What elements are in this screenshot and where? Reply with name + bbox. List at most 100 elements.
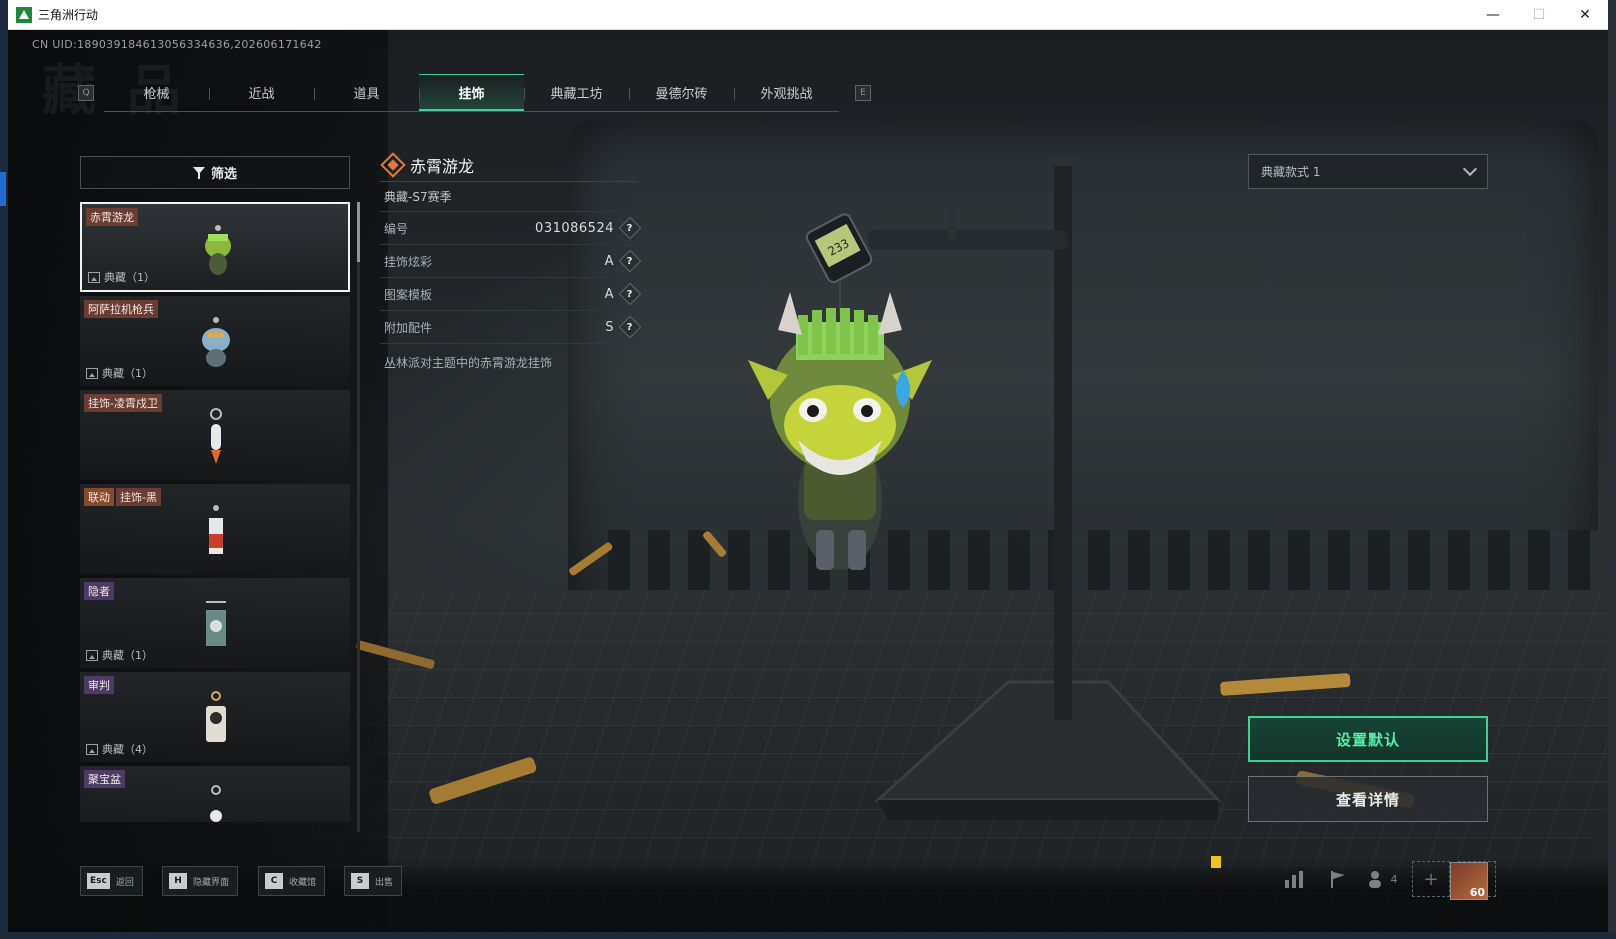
friends-button[interactable]: 4 — [1360, 860, 1404, 898]
detail-value: A — [604, 286, 614, 302]
collection-count: 典藏（4） — [86, 741, 153, 757]
list-item[interactable]: 隐者 典藏（1） — [80, 578, 350, 668]
set-default-button[interactable]: 设置默认 — [1248, 716, 1488, 762]
help-icon[interactable]: ? — [618, 216, 642, 240]
window-title: 三角洲行动 — [38, 8, 99, 22]
collection-count-label: 典藏（1） — [104, 271, 155, 284]
flag-icon[interactable] — [1316, 860, 1360, 898]
friends-icon — [1368, 871, 1381, 888]
item-tag: 审判 — [84, 676, 114, 694]
item-title-row: 赤霄游龙 — [380, 148, 638, 182]
detail-label: 挂饰炫彩 — [384, 254, 433, 269]
minimize-button[interactable]: — — [1470, 0, 1516, 30]
item-name-tag: 挂饰-黑 — [116, 488, 161, 506]
tab-mandel-bricks[interactable]: 曼德尔砖 — [629, 74, 734, 111]
image-icon — [86, 367, 98, 379]
dragon-charm-model — [748, 292, 932, 570]
filter-button[interactable]: 筛选 — [80, 156, 350, 189]
friends-count: 4 — [1390, 872, 1398, 886]
treasure-bowl-charm-thumbnail-icon — [210, 785, 222, 822]
game-viewport: 藏 品 233 — [8, 30, 1608, 932]
collection-count: 典藏（1） — [88, 269, 155, 285]
list-item[interactable]: 阿萨拉机枪兵 典藏（1） — [80, 296, 350, 386]
category-tabs: Q 枪械 近战 道具 挂饰 典藏工坊 曼德尔砖 外观挑战 E — [78, 74, 871, 112]
taskbar-strip — [0, 932, 1616, 939]
rarity-diamond-icon — [380, 151, 406, 178]
item-tag: 联动 挂饰-黑 — [84, 488, 161, 506]
view-details-button[interactable]: 查看详情 — [1248, 776, 1488, 822]
collection-count-label: 典藏（1） — [102, 649, 153, 662]
hotkey-key: C — [265, 873, 283, 889]
detail-label: 图案模板 — [384, 287, 433, 302]
item-name-tag: 挂饰-凌霄戍卫 — [84, 394, 162, 412]
app-logo-icon — [16, 6, 32, 23]
dragon-charm-thumbnail-icon — [205, 225, 231, 275]
detail-label: 附加配件 — [384, 320, 433, 335]
close-button[interactable]: ✕ — [1562, 0, 1608, 30]
desktop-background-left — [0, 0, 8, 939]
collab-tag: 联动 — [84, 488, 114, 506]
lighter-charm-thumbnail-icon — [209, 505, 223, 554]
hotkey-key: Esc — [87, 873, 110, 889]
tab-row: 枪械 近战 道具 挂饰 典藏工坊 曼德尔砖 外观挑战 — [104, 74, 839, 112]
image-icon — [86, 743, 98, 755]
list-item[interactable]: 审判 典藏（4） — [80, 672, 350, 762]
item-tag: 聚宝盆 — [84, 770, 125, 788]
help-icon[interactable]: ? — [618, 282, 642, 306]
next-tab-hotkey[interactable]: E — [855, 85, 871, 101]
item-season: 典藏-S7赛季 — [380, 182, 638, 212]
add-party-slot-button[interactable]: + — [1412, 861, 1450, 897]
hide-ui-hotkey-button[interactable]: H 隐藏界面 — [162, 866, 239, 896]
collection-hall-hotkey-button[interactable]: C 收藏馆 — [258, 866, 326, 896]
sell-hotkey-button[interactable]: S 出售 — [344, 866, 403, 896]
digital-scale-icon: 233 — [805, 213, 873, 284]
tab-items[interactable]: 道具 — [314, 74, 419, 111]
item-name: 赤霄游龙 — [410, 156, 475, 176]
image-icon — [86, 649, 98, 661]
detail-row-color: 挂饰炫彩 A? — [380, 245, 642, 278]
list-item[interactable]: 聚宝盆 — [80, 766, 350, 822]
list-item[interactable]: 联动 挂饰-黑 — [80, 484, 350, 574]
item-tag: 隐者 — [84, 582, 114, 600]
back-hotkey-button[interactable]: Esc 返回 — [80, 866, 143, 896]
list-item[interactable]: 赤霄游龙 典藏（1） — [80, 202, 350, 292]
item-detail-panel: 赤霄游龙 典藏-S7赛季 编号 031086524? 挂饰炫彩 A? 图案模板 … — [380, 148, 642, 371]
avatar[interactable]: 60 — [1450, 862, 1488, 900]
tab-appearance-challenge[interactable]: 外观挑战 — [734, 74, 839, 111]
item-name-tag: 隐者 — [84, 582, 114, 600]
help-icon[interactable]: ? — [618, 249, 642, 273]
tab-firearms[interactable]: 枪械 — [104, 74, 209, 111]
charm-list: 赤霄游龙 典藏（1） 阿萨拉机枪兵 典藏（1） 挂饰-凌霄戍卫 联动 挂饰-黑 隐… — [80, 202, 350, 822]
gunner-charm-thumbnail-icon — [202, 317, 230, 367]
variant-selected-label: 典藏款式 1 — [1261, 165, 1321, 179]
item-name-tag: 聚宝盆 — [84, 770, 125, 788]
detail-value: 031086524 — [535, 220, 614, 236]
desktop-background-right — [1608, 0, 1616, 939]
list-scrollbar[interactable] — [357, 202, 360, 832]
scrollbar-thumb[interactable] — [357, 202, 360, 262]
help-icon[interactable]: ? — [618, 315, 642, 339]
item-name-tag: 赤霄游龙 — [86, 208, 138, 226]
tab-melee[interactable]: 近战 — [209, 74, 314, 111]
filter-label: 筛选 — [210, 167, 237, 182]
maximize-button[interactable]: ☐ — [1516, 0, 1562, 30]
chevron-down-icon — [1462, 161, 1478, 177]
variant-dropdown[interactable]: 典藏款式 1 — [1248, 154, 1488, 189]
collection-count: 典藏（1） — [86, 647, 153, 663]
rocket-charm-thumbnail-icon — [210, 408, 222, 464]
list-item[interactable]: 挂饰-凌霄戍卫 — [80, 390, 350, 480]
player-uid-text: CN UID:18903918461305633463​6,2026061716… — [32, 38, 322, 51]
hotkey-label: 隐藏界面 — [193, 877, 230, 888]
item-tag: 赤霄游龙 — [86, 208, 138, 226]
hotkey-label: 出售 — [375, 877, 394, 888]
stats-icon[interactable] — [1272, 860, 1316, 898]
item-name-tag: 阿萨拉机枪兵 — [84, 300, 158, 318]
tab-collection-workshop[interactable]: 典藏工坊 — [524, 74, 629, 111]
prev-tab-hotkey[interactable]: Q — [78, 85, 94, 101]
hotkey-key: H — [169, 873, 187, 889]
detail-row-attachment: 附加配件 S? — [380, 311, 642, 344]
stand-arm — [868, 230, 1068, 250]
detail-row-serial: 编号 031086524? — [380, 212, 642, 245]
item-description: 丛林派对主题中的赤霄游龙挂饰 — [384, 356, 553, 370]
tab-charms[interactable]: 挂饰 — [419, 74, 524, 111]
